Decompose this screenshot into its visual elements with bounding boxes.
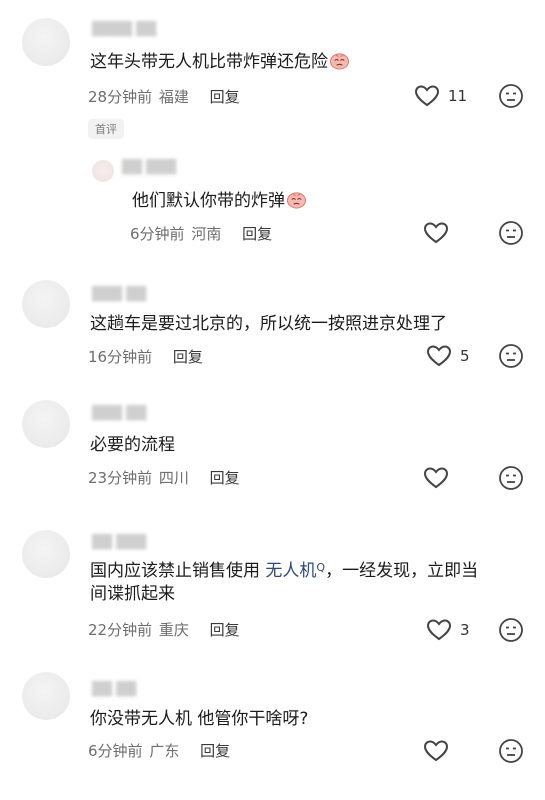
search-icon: Q [316, 561, 326, 574]
comment-meta: 23分钟前 四川 回复 [88, 467, 242, 488]
comment-time: 23分钟前 [88, 469, 153, 487]
comment-location: 河南 [191, 225, 222, 243]
like-button[interactable]: 11 [414, 84, 467, 108]
comment-text-content: 这年头带无人机比带炸弹还危险 [90, 52, 328, 72]
reply-button[interactable]: 回复 [200, 742, 230, 760]
reply-button[interactable]: 回复 [210, 88, 240, 106]
comment-text-content: 这趟车是要过北京的，所以统一按照进京处理了 [90, 314, 447, 334]
comment-text-content: 他们默认你带的炸弹 [132, 191, 285, 211]
avatar[interactable] [92, 160, 114, 182]
comment-text-content: 间谍抓起来 [90, 584, 175, 604]
reply-button[interactable]: 回复 [210, 621, 240, 639]
avatar[interactable] [22, 18, 70, 66]
comment-text: 你没带无人机 他管你干啥呀? [90, 706, 308, 733]
dislike-face-icon[interactable] [498, 343, 524, 369]
heart-icon [426, 619, 452, 641]
comment-text: 这年头带无人机比带炸弹还危险 [90, 49, 350, 76]
like-button[interactable] [423, 221, 449, 245]
username-blurred[interactable]: ██ ██ [92, 682, 136, 697]
comment-time: 6分钟前 [88, 742, 143, 760]
username-blurred[interactable]: ██ ███ [92, 535, 146, 550]
comment-time: 6分钟前 [130, 225, 185, 243]
dislike-face-icon[interactable] [498, 465, 524, 491]
comment-location: 福建 [158, 88, 189, 106]
comment-meta: 16分钟前 回复 [88, 346, 205, 367]
comment-location: 四川 [158, 469, 189, 487]
comment-text: 必要的流程 [90, 432, 175, 459]
like-button[interactable] [423, 466, 449, 490]
like-button[interactable]: 3 [426, 618, 470, 642]
comment-text: 这趟车是要过北京的，所以统一按照进京处理了 [90, 311, 447, 338]
comment-text-content: 你没带无人机 他管你干啥呀? [90, 709, 309, 729]
heart-icon [414, 85, 440, 107]
username-blurred[interactable]: ████ ██ [92, 22, 156, 37]
comment-meta: 6分钟前 广东 回复 [88, 740, 232, 761]
comment-text: 他们默认你带的炸弹 [132, 188, 307, 215]
reply-button[interactable]: 回复 [242, 225, 272, 243]
avatar[interactable] [22, 530, 70, 578]
heart-icon [423, 467, 449, 489]
comment-meta: 6分钟前 河南 回复 [130, 223, 274, 244]
comment-location: 广东 [149, 742, 180, 760]
username-blurred[interactable]: ███ ██ [92, 287, 146, 302]
avatar[interactable] [22, 280, 70, 328]
comment-time: 28分钟前 [88, 88, 153, 106]
crying-face-emoji-icon [287, 192, 306, 209]
comment-text-content: 国内应该禁止销售使用 [90, 561, 266, 581]
username-blurred[interactable]: ██ ███ [122, 160, 176, 175]
comment-meta: 28分钟前 福建 回复 [88, 86, 242, 107]
first-comment-badge: 首评 [88, 119, 124, 139]
comment-location: 重庆 [158, 621, 189, 639]
reply-button[interactable]: 回复 [173, 348, 203, 366]
username-blurred[interactable]: ███ ██ [92, 406, 146, 421]
heart-icon [423, 740, 449, 762]
comment-time: 16分钟前 [88, 348, 153, 366]
comment-text-content: 必要的流程 [90, 435, 175, 455]
reply-button[interactable]: 回复 [210, 469, 240, 487]
like-button[interactable]: 5 [426, 344, 470, 368]
comment-text-content: ，一经发现，立即当 [325, 561, 479, 581]
like-count: 3 [460, 621, 470, 639]
like-count: 11 [448, 87, 468, 105]
comment-time: 22分钟前 [88, 621, 153, 639]
dislike-face-icon[interactable] [498, 738, 524, 764]
like-button[interactable] [423, 739, 449, 763]
comment-text-line2: 间谍抓起来 [90, 581, 175, 608]
dislike-face-icon[interactable] [498, 83, 524, 109]
like-count: 5 [460, 347, 470, 365]
keyword-link-text: 无人机 [265, 561, 317, 581]
heart-icon [423, 222, 449, 244]
comment-meta: 22分钟前 重庆 回复 [88, 619, 242, 640]
crying-face-emoji-icon [330, 53, 349, 70]
dislike-face-icon[interactable] [498, 617, 524, 643]
heart-icon [426, 345, 452, 367]
avatar[interactable] [22, 672, 70, 720]
avatar[interactable] [22, 400, 70, 448]
keyword-search-link[interactable]: 无人机Q [265, 561, 325, 581]
dislike-face-icon[interactable] [498, 220, 524, 246]
